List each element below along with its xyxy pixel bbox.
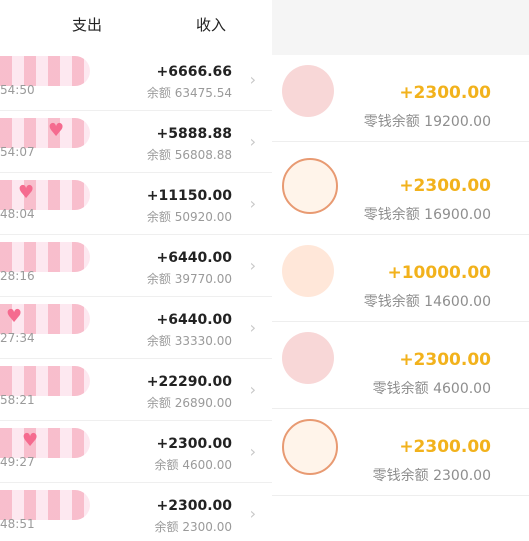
left-list-item[interactable]: 28:16 +6440.00 余额 39770.00 › bbox=[0, 234, 272, 297]
heart-icon: ♥ bbox=[22, 430, 39, 451]
left-list-item[interactable]: ♥ 54:07 +5888.88 余额 56808.88 › bbox=[0, 110, 272, 173]
transaction-amount: +6440.00 bbox=[156, 250, 233, 266]
transaction-amount: +11150.00 bbox=[146, 188, 232, 204]
right-list-item[interactable]: +2300.00 零钱余额 4600.00 bbox=[272, 322, 529, 409]
tabs-header: 支出 收入 bbox=[0, 0, 272, 48]
right-list-item[interactable]: +10000.00 零钱余额 14600.00 bbox=[272, 235, 529, 322]
change-balance: 零钱余额 19200.00 bbox=[363, 114, 491, 130]
heart-icon: ♥ bbox=[6, 306, 23, 327]
chevron-right-icon[interactable]: › bbox=[250, 442, 256, 461]
income-amount: +2300.00 bbox=[399, 83, 491, 103]
transaction-balance: 余额 26890.00 bbox=[146, 396, 232, 410]
change-balance: 零钱余额 14600.00 bbox=[363, 294, 491, 310]
change-balance: 零钱余额 16900.00 bbox=[363, 207, 491, 223]
transaction-time: 54:07 bbox=[0, 145, 35, 159]
heart-sticker-icon bbox=[0, 490, 90, 520]
transaction-list-right: +2300.00 零钱余额 19200.00 +2300.00 零钱余额 169… bbox=[272, 0, 529, 541]
transaction-time: 28:16 bbox=[0, 269, 35, 283]
right-list-item[interactable]: +2300.00 零钱余额 19200.00 bbox=[272, 55, 529, 142]
transaction-balance: 余额 39770.00 bbox=[146, 272, 232, 286]
transaction-balance: 余额 50920.00 bbox=[146, 210, 232, 224]
heart-icon: ♥ bbox=[18, 182, 35, 203]
cartoon-avatar-icon bbox=[282, 65, 334, 117]
heart-sticker-icon bbox=[0, 366, 90, 396]
transaction-balance: 余额 33330.00 bbox=[146, 334, 232, 348]
transaction-balance: 余额 56808.88 bbox=[146, 148, 232, 162]
transaction-time: 48:04 bbox=[0, 207, 35, 221]
tab-income[interactable]: 收入 bbox=[196, 14, 226, 35]
income-amount: +10000.00 bbox=[387, 263, 491, 283]
cartoon-avatar-icon bbox=[282, 158, 338, 214]
income-amount: +2300.00 bbox=[399, 176, 491, 196]
chevron-right-icon[interactable]: › bbox=[250, 132, 256, 151]
transaction-time: 49:27 bbox=[0, 455, 35, 469]
chevron-right-icon[interactable]: › bbox=[250, 380, 256, 399]
chevron-right-icon[interactable]: › bbox=[250, 256, 256, 275]
transaction-time: 48:51 bbox=[0, 517, 35, 531]
income-amount: +2300.00 bbox=[399, 350, 491, 370]
transaction-amount: +22290.00 bbox=[146, 374, 232, 390]
transaction-balance: 余额 4600.00 bbox=[154, 458, 232, 472]
left-list-item[interactable]: 54:50 +6666.66 余额 63475.54 › bbox=[0, 48, 272, 111]
chevron-right-icon[interactable]: › bbox=[250, 70, 256, 89]
heart-icon: ♥ bbox=[48, 120, 65, 141]
cartoon-avatar-icon bbox=[282, 419, 338, 475]
heart-sticker-icon bbox=[0, 56, 90, 86]
heart-sticker-icon bbox=[0, 118, 90, 148]
transaction-list-left: 支出 收入 54:50 +6666.66 余额 63475.54 › ♥ 54:… bbox=[0, 0, 272, 541]
left-list-item[interactable]: ♥ 48:04 +11150.00 余额 50920.00 › bbox=[0, 172, 272, 235]
heart-sticker-icon bbox=[0, 428, 90, 458]
transaction-amount: +6440.00 bbox=[156, 312, 233, 328]
transaction-time: 27:34 bbox=[0, 331, 35, 345]
chevron-right-icon[interactable]: › bbox=[250, 194, 256, 213]
transaction-amount: +5888.88 bbox=[156, 126, 233, 142]
transaction-balance: 余额 2300.00 bbox=[154, 520, 232, 534]
change-balance: 零钱余额 4600.00 bbox=[372, 381, 491, 397]
transaction-amount: +6666.66 bbox=[156, 64, 233, 80]
transaction-time: 58:21 bbox=[0, 393, 35, 407]
left-list-item[interactable]: 58:21 +22290.00 余额 26890.00 › bbox=[0, 358, 272, 421]
right-list-item[interactable]: +2300.00 零钱余额 2300.00 bbox=[272, 409, 529, 496]
transaction-balance: 余额 63475.54 bbox=[146, 86, 232, 100]
income-amount: +2300.00 bbox=[399, 437, 491, 457]
heart-sticker-icon bbox=[0, 180, 90, 210]
left-list-item[interactable]: 48:51 +2300.00 余额 2300.00 › bbox=[0, 482, 272, 541]
transaction-time: 54:50 bbox=[0, 83, 35, 97]
right-list-item[interactable]: +2300.00 零钱余额 16900.00 bbox=[272, 148, 529, 235]
cartoon-avatar-icon bbox=[282, 332, 334, 384]
left-list-item[interactable]: ♥ 27:34 +6440.00 余额 33330.00 › bbox=[0, 296, 272, 359]
transaction-amount: +2300.00 bbox=[156, 436, 233, 452]
chevron-right-icon[interactable]: › bbox=[250, 318, 256, 337]
left-list-item[interactable]: ♥ 49:27 +2300.00 余额 4600.00 › bbox=[0, 420, 272, 483]
heart-sticker-icon bbox=[0, 242, 90, 272]
top-band bbox=[272, 0, 529, 55]
cartoon-avatar-icon bbox=[282, 245, 334, 297]
change-balance: 零钱余额 2300.00 bbox=[372, 468, 491, 484]
transaction-amount: +2300.00 bbox=[156, 498, 233, 514]
chevron-right-icon[interactable]: › bbox=[250, 504, 256, 523]
tab-expense[interactable]: 支出 bbox=[72, 14, 102, 35]
